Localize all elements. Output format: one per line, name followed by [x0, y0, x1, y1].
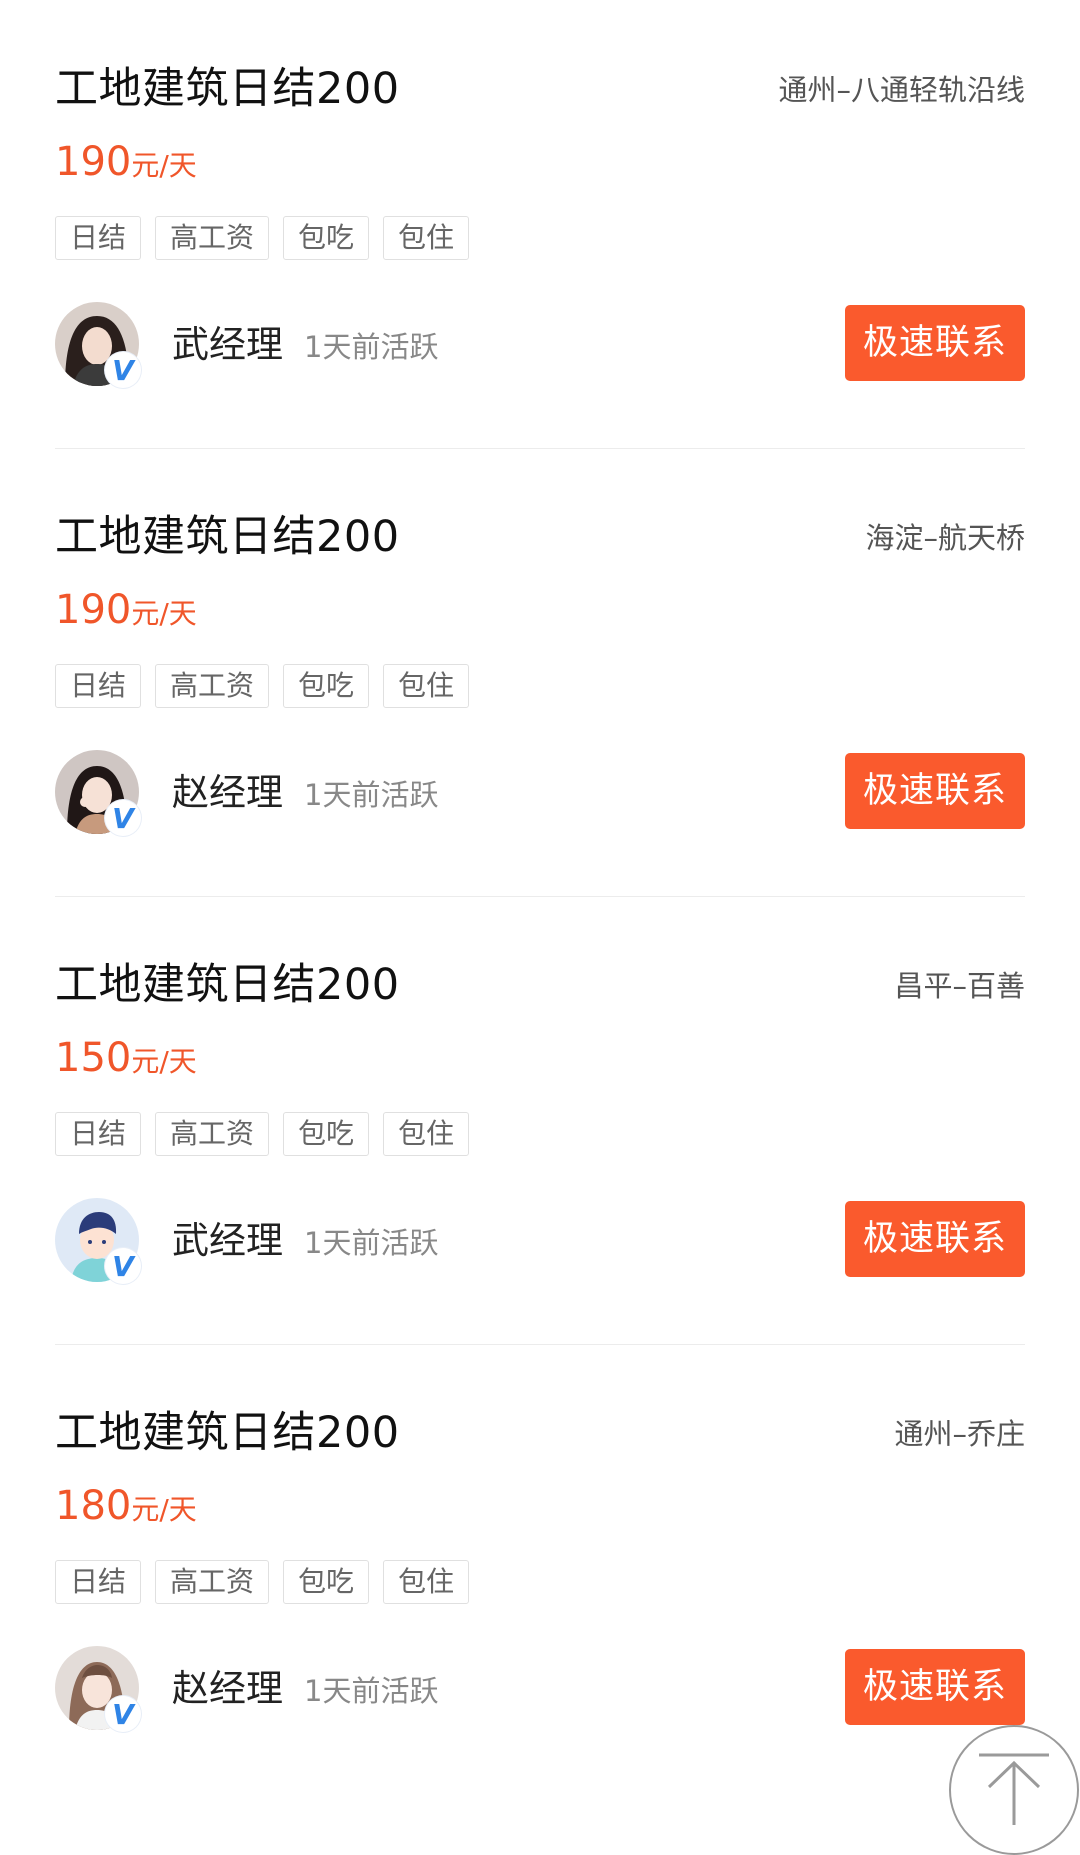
tag: 包吃 [283, 216, 370, 260]
job-tags: 日结 高工资 包吃 包住 [55, 1560, 470, 1604]
tag: 日结 [55, 1560, 142, 1604]
job-title: 工地建筑日结200 [55, 512, 400, 562]
tag: 包住 [383, 664, 470, 708]
tag: 包吃 [283, 664, 370, 708]
job-list: 工地建筑日结200 通州–八通轻轨沿线 190元/天 日结 高工资 包吃 包住 … [0, 0, 1080, 1792]
job-salary: 150元/天 [55, 1036, 197, 1088]
verified-badge-icon: V [105, 352, 141, 388]
salary-unit: 元/天 [131, 597, 197, 630]
job-card[interactable]: 工地建筑日结200 昌平–百善 150元/天 日结 高工资 包吃 包住 V 武经… [0, 896, 1080, 1344]
contact-button[interactable]: 极速联系 [845, 753, 1025, 829]
salary-amount: 190 [55, 139, 132, 185]
salary-unit: 元/天 [131, 1493, 197, 1526]
arrow-up-to-line-icon [979, 1753, 1049, 1825]
job-card[interactable]: 工地建筑日结200 通州–乔庄 180元/天 日结 高工资 包吃 包住 V 赵经… [0, 1344, 1080, 1792]
job-location: 通州–乔庄 [894, 1417, 1025, 1451]
tag: 日结 [55, 664, 142, 708]
contact-button[interactable]: 极速联系 [845, 1649, 1025, 1725]
avatar[interactable]: V [55, 302, 141, 388]
salary-amount: 150 [55, 1035, 132, 1081]
tag: 包住 [383, 1560, 470, 1604]
job-salary: 180元/天 [55, 1484, 197, 1536]
manager-name: 赵经理 [172, 771, 283, 814]
tag: 高工资 [155, 1112, 270, 1156]
avatar[interactable]: V [55, 1198, 141, 1284]
contact-button[interactable]: 极速联系 [845, 1201, 1025, 1277]
active-status: 1天前活跃 [304, 1226, 439, 1260]
active-status: 1天前活跃 [304, 778, 439, 812]
tag: 日结 [55, 216, 142, 260]
job-card[interactable]: 工地建筑日结200 通州–八通轻轨沿线 190元/天 日结 高工资 包吃 包住 … [0, 0, 1080, 448]
active-status: 1天前活跃 [304, 330, 439, 364]
tag: 包吃 [283, 1560, 370, 1604]
verified-badge-icon: V [105, 800, 141, 836]
job-title: 工地建筑日结200 [55, 64, 400, 114]
manager-name: 赵经理 [172, 1667, 283, 1710]
avatar[interactable]: V [55, 1646, 141, 1732]
salary-unit: 元/天 [131, 149, 197, 182]
job-salary: 190元/天 [55, 140, 197, 192]
manager-name: 武经理 [172, 1219, 283, 1262]
job-location: 昌平–百善 [894, 969, 1025, 1003]
tag: 包吃 [283, 1112, 370, 1156]
job-card[interactable]: 工地建筑日结200 海淀–航天桥 190元/天 日结 高工资 包吃 包住 V 赵… [0, 448, 1080, 896]
contact-button[interactable]: 极速联系 [845, 305, 1025, 381]
verified-badge-icon: V [105, 1696, 141, 1732]
job-tags: 日结 高工资 包吃 包住 [55, 664, 470, 708]
salary-amount: 190 [55, 587, 132, 633]
job-title: 工地建筑日结200 [55, 1408, 400, 1458]
job-title: 工地建筑日结200 [55, 960, 400, 1010]
salary-unit: 元/天 [131, 1045, 197, 1078]
back-to-top-button[interactable] [949, 1725, 1079, 1855]
avatar[interactable]: V [55, 750, 141, 836]
tag: 高工资 [155, 1560, 270, 1604]
job-salary: 190元/天 [55, 588, 197, 640]
salary-amount: 180 [55, 1483, 132, 1529]
tag: 高工资 [155, 216, 270, 260]
manager-name: 武经理 [172, 323, 283, 366]
verified-badge-icon: V [105, 1248, 141, 1284]
tag: 日结 [55, 1112, 142, 1156]
active-status: 1天前活跃 [304, 1674, 439, 1708]
tag: 包住 [383, 216, 470, 260]
job-tags: 日结 高工资 包吃 包住 [55, 1112, 470, 1156]
tag: 高工资 [155, 664, 270, 708]
job-location: 海淀–航天桥 [865, 521, 1025, 555]
job-location: 通州–八通轻轨沿线 [778, 73, 1025, 107]
tag: 包住 [383, 1112, 470, 1156]
job-tags: 日结 高工资 包吃 包住 [55, 216, 470, 260]
